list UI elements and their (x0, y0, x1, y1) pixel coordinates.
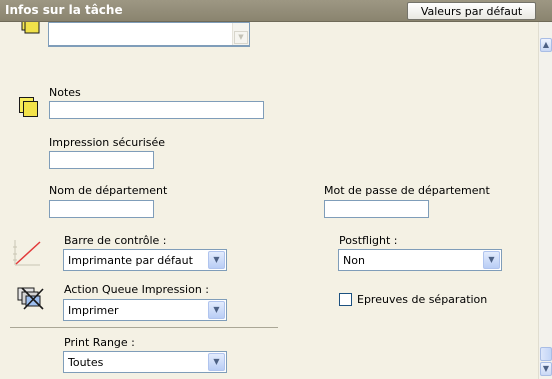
chevron-down-icon[interactable]: ▼ (483, 251, 500, 269)
queue-action-icon (17, 287, 44, 310)
chevron-down-icon[interactable]: ▼ (208, 301, 225, 319)
chevron-down-icon[interactable]: ▼ (208, 353, 225, 371)
job-info-panel: ▼ Notes Impression sécurisée Nom de dépa… (0, 22, 538, 379)
postflight-value: Non (343, 254, 365, 267)
print-range-select[interactable]: Toutes ▼ (63, 351, 227, 373)
panel-title: Infos sur la tâche (5, 3, 123, 17)
chevron-down-icon[interactable]: ▼ (208, 251, 225, 269)
control-bar-select[interactable]: Imprimante par défaut ▼ (63, 249, 227, 271)
queue-action-value: Imprimer (68, 304, 119, 317)
queue-action-select[interactable]: Imprimer ▼ (63, 299, 227, 321)
print-range-label: Print Range : (64, 336, 135, 349)
control-bar-label: Barre de contrôle : (64, 234, 167, 247)
textarea-scroll-down[interactable]: ▼ (234, 31, 248, 44)
scroll-down-button[interactable]: ▼ (540, 362, 552, 376)
defaults-button[interactable]: Valeurs par défaut (407, 2, 536, 20)
notes-icon (19, 97, 38, 117)
separation-proofs-label[interactable]: Epreuves de séparation (357, 293, 487, 306)
notes-field[interactable] (49, 101, 264, 119)
secure-print-label: Impression sécurisée (49, 136, 166, 149)
department-password-field[interactable] (324, 200, 429, 218)
scroll-thumb[interactable] (540, 347, 552, 361)
section-divider (10, 327, 278, 328)
department-name-field[interactable] (49, 200, 154, 218)
panel-header: Infos sur la tâche Valeurs par défaut (0, 0, 552, 22)
postflight-label: Postflight : (339, 234, 398, 247)
control-bar-value: Imprimante par défaut (68, 254, 193, 267)
print-range-value: Toutes (68, 356, 104, 369)
panel-scrollbar[interactable]: ▲ ▼ (538, 22, 552, 379)
separation-proofs-checkbox[interactable] (339, 293, 352, 306)
control-bar-icon (13, 240, 41, 266)
postflight-select[interactable]: Non ▼ (338, 249, 502, 271)
instructions-textarea[interactable]: ▼ (48, 22, 250, 46)
textarea-bottom-edge (48, 46, 250, 47)
notes-label: Notes (49, 86, 81, 99)
secure-print-field[interactable] (49, 151, 154, 169)
textarea-scrollbar[interactable]: ▼ (232, 23, 249, 45)
scroll-up-button[interactable]: ▲ (540, 38, 552, 52)
queue-action-label: Action Queue Impression : (64, 283, 209, 296)
department-password-label: Mot de passe de département (324, 184, 490, 197)
department-name-label: Nom de département (49, 184, 168, 197)
notes-icon (21, 22, 40, 34)
